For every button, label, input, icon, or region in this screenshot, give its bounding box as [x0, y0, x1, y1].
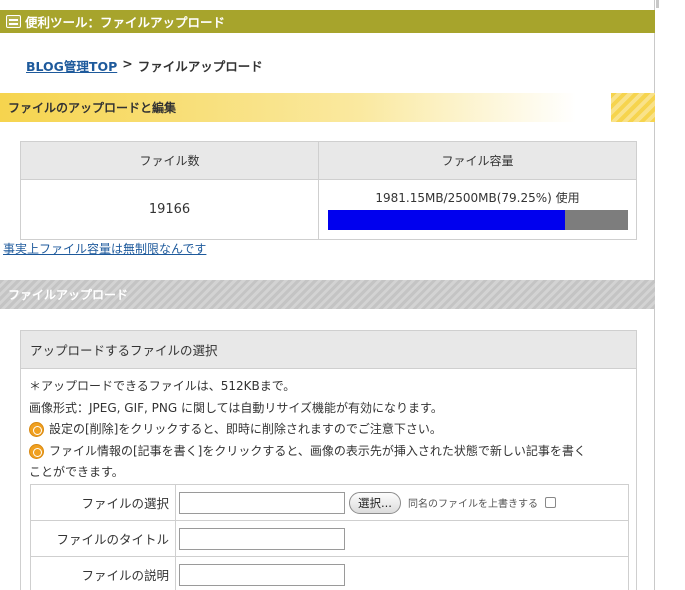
file-capacity-header: ファイル容量 — [318, 141, 637, 180]
right-edge-strip — [656, 0, 685, 590]
file-count-header: ファイル数 — [20, 141, 319, 180]
capacity-usage-fill — [327, 210, 566, 230]
file-desc-label: ファイルの説明 — [30, 556, 176, 590]
edge-tick — [656, 0, 659, 8]
form-row-title: ファイルのタイトル — [30, 520, 629, 557]
capacity-usage-bar — [327, 210, 628, 230]
section-file-upload-title: ファイルアップロード — [8, 288, 129, 302]
file-stats-table: ファイル数 ファイル容量 19166 1981.15MB/2500MB(79.2… — [20, 141, 637, 240]
file-path-input[interactable] — [179, 491, 345, 514]
file-count-value: 19166 — [20, 179, 319, 240]
breadcrumb: BLOG管理TOP > ファイルアップロード — [26, 56, 263, 75]
note-write-article-cont: ことができます。 — [29, 465, 124, 479]
upload-box: アップロードするファイルの選択 ＊アップロードできるファイルは、512KBまで。… — [20, 330, 637, 590]
note-size-limit: ＊アップロードできるファイルは、512KBまで。 — [29, 379, 296, 393]
note-delete-line: 設定の[削除]をクリックすると、即時に削除されますのでご注意下さい。 — [29, 419, 636, 441]
unlimited-capacity-link[interactable]: 事実上ファイル容量は無制限なんです — [3, 240, 206, 257]
section-upload-edit-title: ファイルのアップロードと編集 — [8, 101, 177, 115]
section-file-upload-header: ファイルアップロード — [0, 280, 655, 309]
file-title-label: ファイルのタイトル — [30, 520, 176, 557]
note-resize: 画像形式：JPEG, GIF, PNG に関しては自動リサイズ機能が有効になりま… — [29, 400, 443, 415]
upload-form-table: ファイルの選択 選択... 同名のファイルを上書きする ファイルのタイトル ファ… — [30, 484, 629, 590]
file-title-input[interactable] — [179, 527, 345, 550]
file-select-label: ファイルの選択 — [30, 484, 176, 521]
tool-header: 便利ツール：ファイルアップロード — [0, 10, 655, 33]
note-write-article: ファイル情報の[記事を書く]をクリックすると、画像の表示先が挿入された状態で新し… — [49, 443, 586, 458]
form-row-desc: ファイルの説明 — [30, 556, 629, 590]
breadcrumb-blog-top-link[interactable]: BLOG管理TOP — [26, 56, 117, 75]
note-delete: 設定の[削除]をクリックすると、即時に削除されますのでご注意下さい。 — [49, 422, 442, 436]
tool-header-title: 便利ツール：ファイルアップロード — [25, 15, 226, 30]
section-stripe-decoration — [611, 93, 655, 122]
file-select-button[interactable]: 選択... — [349, 491, 401, 514]
capacity-usage-text: 1981.15MB/2500MB(79.25%) 使用 — [375, 191, 580, 205]
file-capacity-cell: 1981.15MB/2500MB(79.25%) 使用 — [318, 179, 637, 240]
overwrite-checkbox[interactable] — [544, 497, 556, 508]
file-desc-input[interactable] — [179, 563, 345, 586]
breadcrumb-separator: > — [122, 56, 133, 71]
upload-notes: ＊アップロードできるファイルは、512KBまで。 画像形式：JPEG, GIF,… — [21, 369, 636, 484]
main-panel: 便利ツール：ファイルアップロード BLOG管理TOP > ファイルアップロード … — [0, 0, 655, 590]
info-icon — [29, 422, 44, 437]
form-row-file: ファイルの選択 選択... 同名のファイルを上書きする — [30, 484, 629, 521]
info-icon — [29, 443, 44, 459]
tool-box-icon — [6, 15, 21, 28]
note-write-line: ファイル情報の[記事を書く]をクリックすると、画像の表示先が挿入された状態で新し… — [29, 441, 636, 463]
upload-box-title: アップロードするファイルの選択 — [21, 331, 636, 369]
section-upload-edit-header: ファイルのアップロードと編集 — [0, 93, 655, 122]
overwrite-label: 同名のファイルを上書きする — [407, 499, 538, 510]
breadcrumb-current: ファイルアップロード — [137, 59, 263, 74]
